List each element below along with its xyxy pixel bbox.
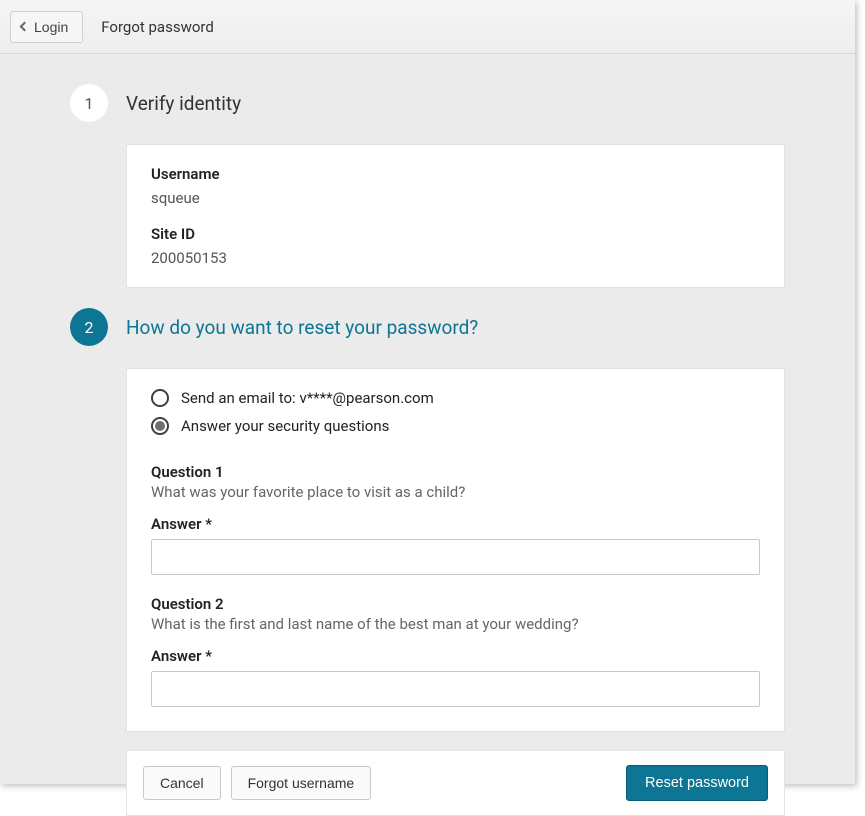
question-1-text: What was your favorite place to visit as… [151,483,760,501]
chevron-left-icon [20,22,30,32]
content-area: 1 Verify identity Username squeue Site I… [0,54,855,816]
radio-selected-dot-icon [155,421,165,431]
answer-2-label: Answer * [151,647,760,665]
answer-2-input[interactable] [151,671,760,707]
cancel-button[interactable]: Cancel [143,766,221,800]
back-to-login-button[interactable]: Login [10,11,83,43]
back-label: Login [34,19,68,35]
question-2-group: Question 2 What is the first and last na… [151,595,760,707]
step-2-section: 2 How do you want to reset your password… [70,308,785,816]
siteid-value: 200050153 [151,249,760,267]
page-wrapper: Login Forgot password 1 Verify identity … [0,0,855,784]
step-1-badge: 1 [70,84,108,122]
username-block: Username squeue [151,165,760,207]
siteid-label: Site ID [151,225,760,243]
radio-email-label: Send an email to: v****@pearson.com [181,389,434,407]
username-value: squeue [151,189,760,207]
forgot-username-button[interactable]: Forgot username [231,766,372,800]
step-2-title: How do you want to reset your password? [126,316,478,339]
step-2-badge: 2 [70,308,108,346]
question-2-text: What is the first and last name of the b… [151,615,760,633]
step-1-title: Verify identity [126,92,241,115]
answer-1-label: Answer * [151,515,760,533]
answer-1-input[interactable] [151,539,760,575]
radio-option-email[interactable]: Send an email to: v****@pearson.com [151,389,760,407]
page-title: Forgot password [101,18,214,36]
identity-card: Username squeue Site ID 200050153 [126,144,785,288]
radio-option-security-questions[interactable]: Answer your security questions [151,417,760,435]
question-1-group: Question 1 What was your favorite place … [151,463,760,575]
reset-password-button[interactable]: Reset password [626,765,768,801]
question-1-heading: Question 1 [151,463,760,481]
step-2-header: 2 How do you want to reset your password… [70,308,785,346]
radio-icon [151,417,169,435]
username-label: Username [151,165,760,183]
top-bar: Login Forgot password [0,0,855,54]
step-1-header: 1 Verify identity [70,84,785,122]
radio-icon [151,389,169,407]
questions-block: Question 1 What was your favorite place … [151,463,760,707]
siteid-block: Site ID 200050153 [151,225,760,267]
question-2-heading: Question 2 [151,595,760,613]
reset-method-card: Send an email to: v****@pearson.com Answ… [126,368,785,732]
action-bar: Cancel Forgot username Reset password [126,750,785,816]
radio-security-label: Answer your security questions [181,417,389,435]
step-1-section: 1 Verify identity Username squeue Site I… [70,84,785,288]
